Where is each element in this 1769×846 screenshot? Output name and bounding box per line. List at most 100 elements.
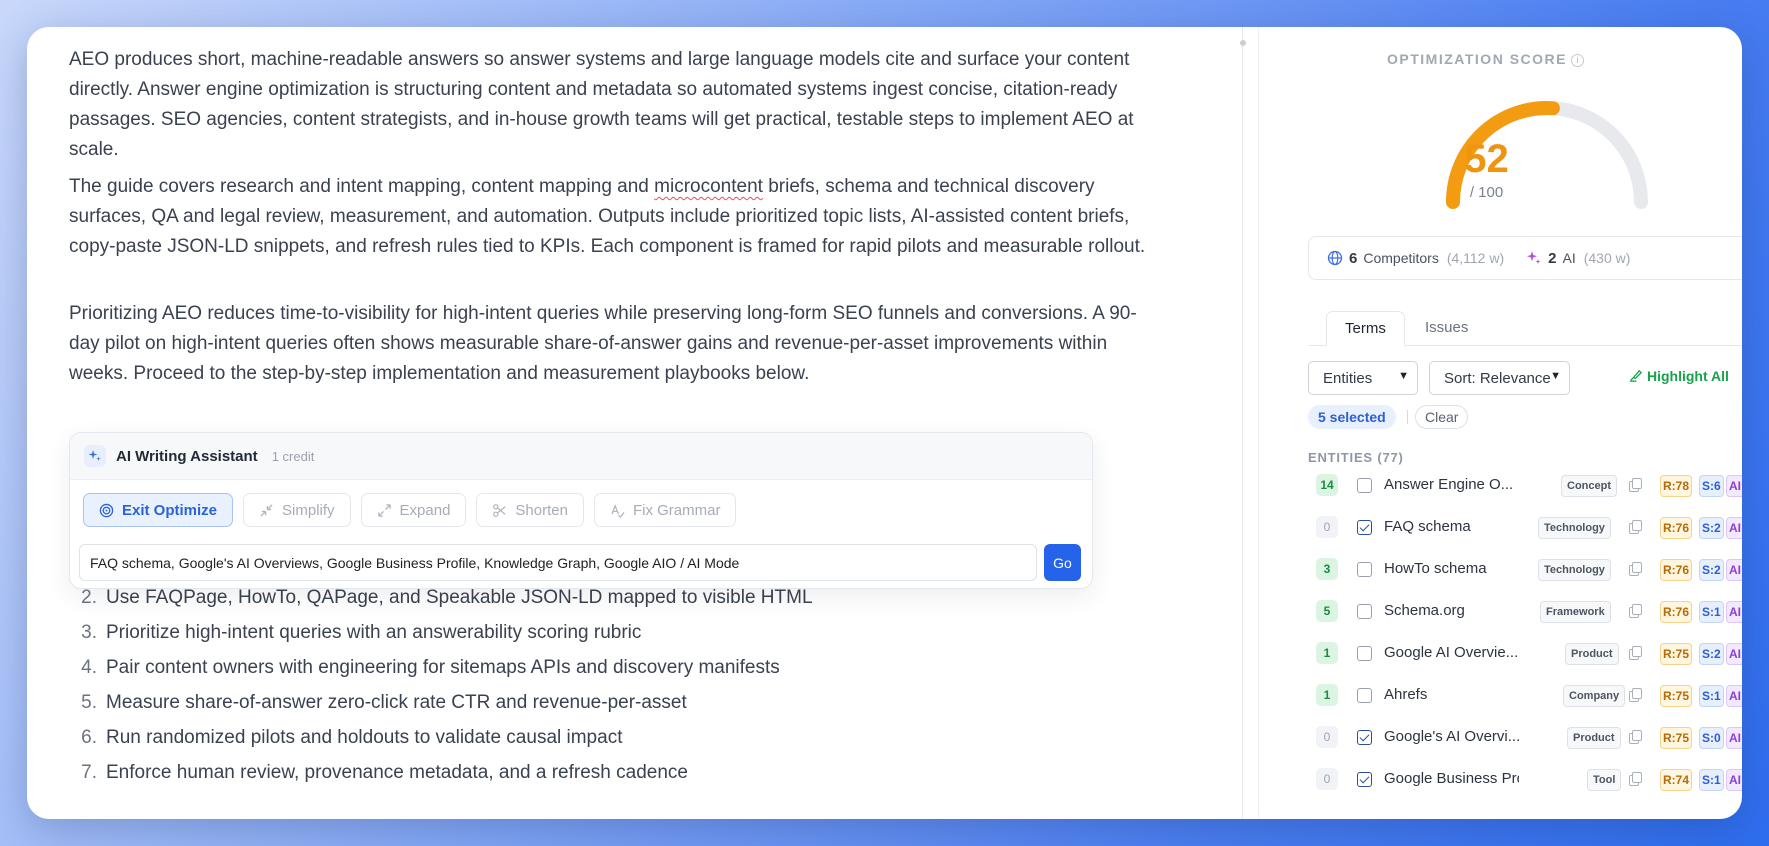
editor[interactable]: AEO produces short, machine-readable ans… (27, 27, 1243, 819)
misspelled-word[interactable]: microcontent (654, 176, 763, 197)
sort-select[interactable]: Sort: Relevance ▼ (1429, 361, 1570, 395)
entity-name[interactable]: Answer Engine O... (1384, 476, 1519, 493)
list-item-number: 5. (81, 692, 97, 713)
copy-icon[interactable] (1629, 730, 1642, 744)
paragraph-2-part-a: The guide covers research and intent map… (69, 176, 655, 197)
chevron-down-icon: ▼ (1550, 370, 1561, 382)
entity-row[interactable]: 14 Answer Engine O... Concept R:78 S:6AI:2 (1308, 465, 1742, 507)
sidebar-tabs: Terms Issues (1308, 311, 1742, 347)
entity-count: 1 (1316, 642, 1338, 664)
entity-checkbox[interactable] (1357, 646, 1372, 661)
paragraph-3[interactable]: Prioritizing AEO reduces time-to-visibil… (69, 299, 1149, 389)
entity-checkbox[interactable] (1357, 688, 1372, 703)
entity-checkbox[interactable] (1357, 478, 1372, 493)
resize-handle[interactable] (1240, 40, 1246, 46)
go-button[interactable]: Go (1044, 544, 1081, 581)
entity-count: 0 (1316, 516, 1338, 538)
optimization-sidebar: OPTIMIZATION SCORE i 52 / 100 6 Competito… (1259, 27, 1742, 819)
fix-grammar-button[interactable]: Fix Grammar (593, 493, 737, 527)
sparkle-icon (84, 445, 106, 467)
entity-row[interactable]: 3 HowTo schema Technology R:76 S:2AI:1 (1308, 549, 1742, 591)
list-item-number: 6. (81, 727, 97, 748)
entity-count: 14 (1316, 474, 1338, 496)
shorten-button[interactable]: Shorten (476, 493, 584, 527)
entity-count: 0 (1316, 726, 1338, 748)
entity-count: 1 (1316, 684, 1338, 706)
entity-checkbox[interactable] (1357, 604, 1372, 619)
entity-row[interactable]: 1 Google AI Overvie... Product R:75 S:2AI:0 (1308, 633, 1742, 675)
expand-button[interactable]: Expand (360, 493, 467, 527)
ai-panel-title: AI Writing Assistant (116, 447, 258, 465)
tab-terms[interactable]: Terms (1326, 311, 1405, 347)
list-item-text: Run randomized pilots and holdouts to va… (106, 727, 623, 748)
relevance-badge: R:76 (1660, 601, 1693, 623)
competitors-summary[interactable]: 6 Competitors (4,112 w) 2 AI (430 w) ⌄ (1308, 236, 1742, 280)
chevron-down-icon: ▼ (1398, 370, 1409, 382)
copy-icon[interactable] (1629, 520, 1642, 534)
ai-count-badge: AI:1 (1726, 727, 1742, 749)
app-window: AEO produces short, machine-readable ans… (27, 27, 1742, 819)
paragraph-2[interactable]: The guide covers research and intent map… (69, 172, 1149, 262)
list-item-text: Measure share-of-answer zero-click rate … (106, 692, 687, 713)
copy-icon[interactable] (1629, 772, 1642, 786)
entity-checkbox[interactable] (1357, 772, 1372, 787)
target-icon (99, 503, 114, 517)
ai-count-badge: AI:1 (1726, 517, 1742, 539)
entity-checkbox[interactable] (1357, 562, 1372, 577)
tab-issues[interactable]: Issues (1407, 311, 1486, 347)
entity-checkbox[interactable] (1357, 520, 1372, 535)
source-count-badge: S:6 (1699, 475, 1724, 497)
copy-icon[interactable] (1629, 646, 1642, 660)
entity-checkbox[interactable] (1357, 730, 1372, 745)
maximize-icon (377, 503, 391, 517)
entity-row[interactable]: 5 Schema.org Framework R:76 S:1AI:1 (1308, 591, 1742, 633)
copy-icon[interactable] (1629, 562, 1642, 576)
ai-prompt-input[interactable] (79, 544, 1037, 581)
copy-icon[interactable] (1629, 478, 1642, 492)
entity-name[interactable]: Google AI Overvie... (1384, 644, 1519, 661)
info-icon[interactable]: i (1570, 53, 1584, 67)
separator (1407, 410, 1408, 424)
entity-row[interactable]: 1 Ahrefs Company R:75 S:1AI:0 (1308, 675, 1742, 717)
entity-name[interactable]: Ahrefs (1384, 686, 1519, 703)
highlight-all-button[interactable]: Highlight All (1628, 368, 1729, 384)
expand-label: Expand (399, 501, 451, 519)
list-item[interactable]: 4. Pair content owners with engineering f… (69, 650, 813, 685)
entity-name[interactable]: HowTo schema (1384, 560, 1519, 577)
shorten-label: Shorten (515, 501, 568, 519)
entity-name[interactable]: FAQ schema (1384, 518, 1519, 535)
entity-name[interactable]: Google Business Profile (1384, 770, 1519, 787)
ai-label: AI (1562, 250, 1576, 266)
spellcheck-icon (611, 503, 625, 518)
list-item[interactable]: 3. Prioritize high-intent queries with an… (69, 615, 813, 650)
competitors-label: Competitors (1363, 250, 1439, 266)
sort-value: Sort: Relevance (1444, 369, 1551, 387)
clear-selection-button[interactable]: Clear (1415, 405, 1469, 429)
entity-type-badge: Product (1567, 727, 1621, 749)
entity-filter-select[interactable]: Entities ▼ (1308, 361, 1418, 395)
list-item[interactable]: 7. Enforce human review, provenance metad… (69, 755, 813, 790)
entity-name[interactable]: Schema.org (1384, 602, 1519, 619)
list-item[interactable]: 6. Run randomized pilots and holdouts to … (69, 720, 813, 755)
relevance-badge: R:75 (1660, 727, 1693, 749)
score-heading: OPTIMIZATION SCORE i (1259, 51, 1712, 67)
copy-icon[interactable] (1629, 604, 1642, 618)
relevance-badge: R:76 (1660, 517, 1693, 539)
entity-row[interactable]: 0 FAQ schema Technology R:76 S:2AI:1 (1308, 507, 1742, 549)
simplify-button[interactable]: Simplify (243, 493, 351, 527)
entity-row[interactable]: 0 Google's AI Overvi... Product R:75 S:0AI:1 (1308, 717, 1742, 759)
entity-type-badge: Product (1565, 643, 1619, 665)
ai-count: 2 (1548, 249, 1557, 267)
list-item-text: Pair content owners with engineering for… (106, 657, 780, 678)
entity-count: 0 (1316, 768, 1338, 790)
list-item[interactable]: 5. Measure share-of-answer zero-click rat… (69, 685, 813, 720)
exit-optimize-button[interactable]: Exit Optimize (83, 493, 234, 527)
source-count-badge: S:2 (1699, 643, 1724, 665)
entity-name[interactable]: Google's AI Overvi... (1384, 728, 1519, 745)
panel-divider (1242, 27, 1243, 819)
entity-row[interactable]: 0 Google Business Profile Tool R:74 S:1AI:1 (1308, 759, 1742, 801)
source-count-badge: S:2 (1699, 559, 1724, 581)
relevance-badge: R:75 (1660, 685, 1693, 707)
paragraph-1[interactable]: AEO produces short, machine-readable ans… (69, 45, 1149, 165)
copy-icon[interactable] (1629, 688, 1642, 702)
